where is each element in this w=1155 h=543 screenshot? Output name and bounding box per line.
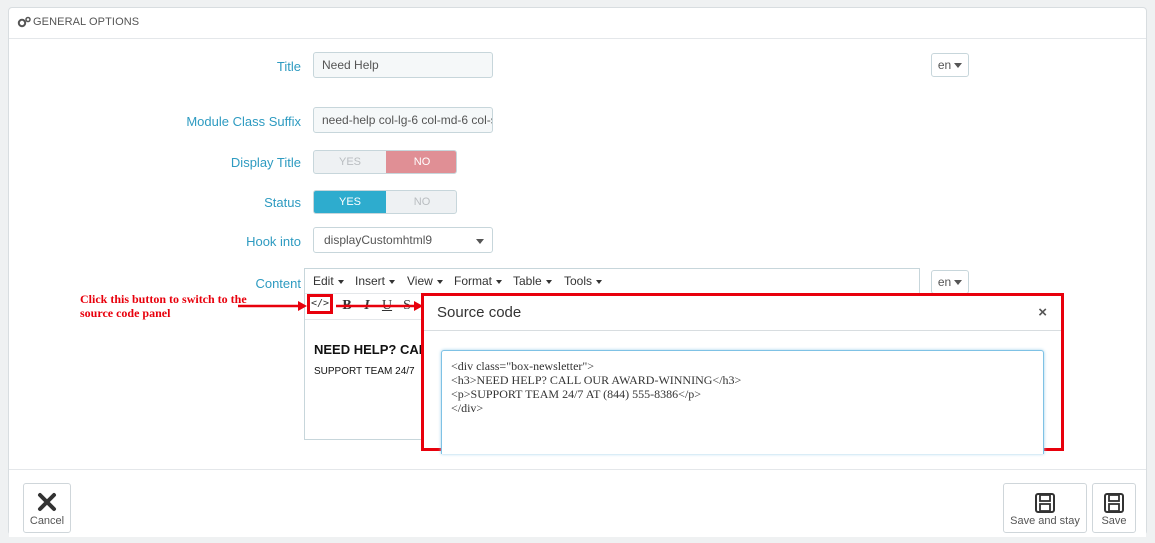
status-label: Status <box>264 195 301 210</box>
display-title-yes[interactable]: YES <box>314 151 386 173</box>
hook-label: Hook into <box>246 234 301 249</box>
menu-edit-label: Edit <box>313 274 334 288</box>
content-label: Content <box>255 276 301 291</box>
caret-down-icon <box>476 239 484 244</box>
floppy-disk-icon <box>1104 493 1124 513</box>
menu-format-label: Format <box>454 274 493 288</box>
editor-paragraph: SUPPORT TEAM 24/7 <box>314 366 415 377</box>
menu-edit[interactable]: Edit <box>313 274 344 288</box>
language-value: en <box>937 58 952 72</box>
hook-select[interactable]: displayCustomhtml9 <box>313 227 493 253</box>
source-code-button[interactable]: </> <box>307 294 333 314</box>
code-line: <p>SUPPORT TEAM 24/7 AT (844) 555-8386</… <box>451 387 702 401</box>
dialog-header: Source code × <box>424 296 1061 331</box>
close-icon <box>38 493 56 511</box>
save-and-stay-label: Save and stay <box>1010 515 1080 527</box>
caret-down-icon <box>545 279 552 284</box>
menu-table-label: Table <box>513 274 542 288</box>
menu-insert-label: Insert <box>355 274 386 288</box>
source-code-dialog: Source code × <div class="box-newsletter… <box>421 293 1064 454</box>
save-and-stay-button[interactable]: Save and stay <box>1003 483 1087 533</box>
menu-insert[interactable]: Insert <box>355 274 396 288</box>
editor-menubar: Edit Insert View Format Table Tools <box>305 269 919 294</box>
save-button[interactable]: Save <box>1092 483 1136 533</box>
display-title-switch[interactable]: YES NO <box>313 150 457 174</box>
menu-view[interactable]: View <box>407 274 443 288</box>
hook-select-value: displayCustomhtml9 <box>324 233 433 247</box>
caret-down-icon <box>389 279 396 284</box>
annotation-text: Click this button to switch to the sourc… <box>80 292 247 320</box>
display-title-no[interactable]: NO <box>386 151 456 173</box>
status-switch[interactable]: YES NO <box>313 190 457 214</box>
suffix-label-wrap: Module Class Suffix <box>109 114 301 134</box>
code-line: </div> <box>451 401 484 415</box>
menu-view-label: View <box>407 274 433 288</box>
language-value: en <box>937 275 952 289</box>
menu-tools[interactable]: Tools <box>564 274 603 288</box>
hook-label-wrap: Hook into <box>109 234 301 254</box>
panel-title: GENERAL OPTIONS <box>33 16 140 28</box>
module-class-suffix-input[interactable]: need-help col-lg-6 col-md-6 col-s <box>313 107 493 133</box>
dialog-title: Source code <box>437 304 522 321</box>
title-label-wrap: Title <box>109 59 301 79</box>
caret-down-icon <box>596 279 603 284</box>
caret-down-icon <box>954 280 963 286</box>
cancel-label: Cancel <box>29 515 65 527</box>
panel-footer: Cancel Save and stay Save <box>9 469 1146 537</box>
source-code-textarea[interactable]: <div class="box-newsletter"> <h3>NEED HE… <box>441 350 1044 454</box>
gears-icon <box>17 16 31 28</box>
floppy-disk-icon <box>1035 493 1055 513</box>
caret-down-icon <box>337 279 344 284</box>
close-icon[interactable]: × <box>1038 304 1047 321</box>
title-language-dropdown[interactable]: en <box>931 53 969 77</box>
cancel-button[interactable]: Cancel <box>23 483 71 533</box>
caret-down-icon <box>954 63 963 69</box>
code-line: <h3>NEED HELP? CALL OUR AWARD-WINNING</h… <box>451 373 742 387</box>
status-yes[interactable]: YES <box>314 191 386 213</box>
menu-format[interactable]: Format <box>454 274 503 288</box>
caret-down-icon <box>436 279 443 284</box>
annotation-arrow-icon <box>238 301 307 311</box>
display-title-label: Display Title <box>230 155 301 170</box>
code-line: <div class="box-newsletter"> <box>451 359 595 373</box>
save-label: Save <box>1101 515 1127 527</box>
status-no[interactable]: NO <box>386 191 456 213</box>
title-input[interactable]: Need Help <box>313 52 493 78</box>
status-label-wrap: Status <box>109 195 301 215</box>
content-language-dropdown[interactable]: en <box>931 270 969 294</box>
panel-header: GENERAL OPTIONS <box>9 8 1146 39</box>
display-title-label-wrap: Display Title <box>109 155 301 175</box>
menu-tools-label: Tools <box>564 274 593 288</box>
suffix-label: Module Class Suffix <box>186 114 301 129</box>
caret-down-icon <box>496 279 503 284</box>
menu-table[interactable]: Table <box>513 274 552 288</box>
annotation-arrow-icon <box>336 301 423 311</box>
editor-heading: NEED HELP? CAL <box>314 342 427 357</box>
title-label: Title <box>276 59 301 74</box>
